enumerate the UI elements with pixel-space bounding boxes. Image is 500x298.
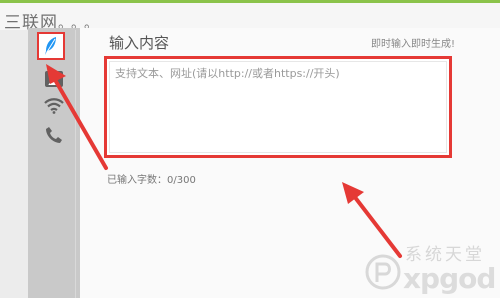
watermark: 系统天堂 xpgod	[363, 240, 498, 296]
phone-icon	[46, 127, 62, 143]
watermark-bottom-text: xpgod	[403, 262, 496, 295]
content-input-box	[104, 56, 452, 158]
app-window: 三联网。。。 输入内容 即时输入即时生成! 支持文本、网址(请以http://或…	[0, 0, 500, 298]
sidebar-item-wifi[interactable]	[28, 92, 80, 120]
feather-icon	[45, 37, 56, 55]
contact-card-icon	[45, 71, 63, 87]
sidebar-item-phone[interactable]	[28, 121, 80, 149]
sidebar-divider	[75, 30, 76, 298]
top-accent-bar	[0, 0, 500, 3]
sidebar-item-contact[interactable]	[28, 65, 80, 93]
char-counter: 已输入字数：0/300	[107, 175, 196, 186]
watermark-logo-icon	[365, 254, 401, 290]
realtime-hint: 即时输入即时生成!	[370, 39, 455, 50]
page-title: 输入内容	[109, 34, 170, 52]
content-input[interactable]	[107, 59, 449, 155]
wifi-icon	[44, 98, 64, 114]
sidebar	[28, 28, 80, 298]
sidebar-item-text[interactable]	[37, 32, 65, 60]
left-margin-strip	[0, 30, 28, 298]
